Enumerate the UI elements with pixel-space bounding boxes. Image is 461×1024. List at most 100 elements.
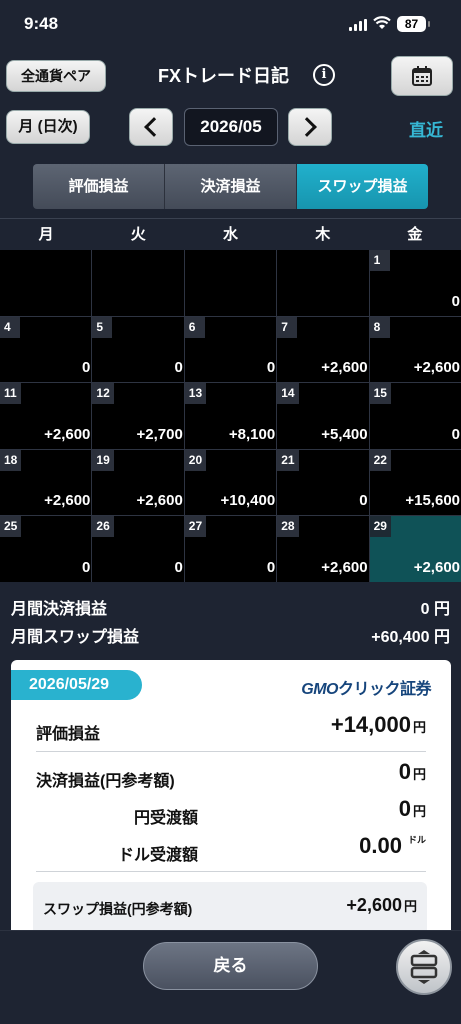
month-display[interactable]: 2026/05 [184, 108, 278, 146]
weekday-tue: 火 [130, 226, 146, 243]
swap-value: +2,600 [346, 895, 402, 915]
calendar-day-20[interactable]: 20 +10,400 [184, 449, 277, 516]
tab-valuation-pnl[interactable]: 評価損益 [33, 164, 165, 209]
gmo-click-logo: GMOクリック証券 [301, 681, 431, 698]
calendar-day-22[interactable]: 22 +15,600 [369, 449, 461, 516]
bottom-bar: 戻る [0, 930, 461, 1024]
day-number: 20 [184, 449, 207, 471]
day-number: 6 [184, 316, 205, 338]
calendar-day-29[interactable]: 29 +2,600 [369, 516, 461, 582]
day-number: 25 [0, 516, 22, 538]
calendar-day-15[interactable]: 15 0 [369, 383, 461, 449]
calendar-day-5[interactable]: 50 [92, 316, 184, 383]
divider [36, 751, 426, 752]
day-number: 13 [184, 383, 207, 405]
day-swap-value: +5,400 [321, 425, 368, 443]
battery-icon: 87 [397, 16, 430, 32]
monthly-swap-value: +60,400 円 [371, 629, 450, 646]
info-icon[interactable]: i [313, 64, 335, 86]
day-number: 12 [92, 383, 114, 405]
settled-row: 決済損益(円参考額) 0円 [36, 759, 426, 790]
status-bar: 9:48 87 [0, 0, 461, 48]
recent-link[interactable]: 直近 [409, 116, 443, 141]
day-swap-value: 0 [451, 425, 460, 443]
day-swap-value: 0 [359, 492, 368, 510]
monthly-settled-row: 月間決済損益 0 円 [0, 590, 461, 618]
day-number: 14 [277, 383, 299, 405]
next-month-button[interactable] [288, 108, 332, 146]
calendar-day-6[interactable]: 60 [184, 316, 277, 383]
all-currency-pairs-button[interactable]: 全通貨ペア [6, 60, 106, 92]
layout-toggle-icon [410, 950, 438, 984]
yen-transfer-value: 0 [398, 796, 411, 821]
calendar-day-28[interactable]: 28 +2,600 [277, 516, 369, 582]
calendar-day-7[interactable]: 7 +2,600 [277, 316, 369, 383]
tab-swap-pnl[interactable]: スワップ損益 [297, 164, 428, 209]
calendar-day-13[interactable]: 13 +8,100 [184, 383, 277, 449]
day-swap-value: 0 [174, 558, 183, 576]
calendar-day-26[interactable]: 26 0 [92, 516, 184, 582]
day-number: 1 [369, 250, 390, 271]
day-number: 27 [184, 516, 207, 538]
day-number: 26 [92, 516, 114, 538]
day-swap-value: +2,600 [413, 359, 460, 377]
valuation-value: +14,000 [330, 712, 411, 737]
tab-settled-pnl[interactable]: 決済損益 [165, 164, 297, 209]
settled-value: 0 [398, 759, 411, 784]
view-mode-button[interactable]: 月 (日次) [6, 110, 90, 144]
calendar-day-18[interactable]: 18 +2,600 [0, 449, 92, 516]
valuation-label: 評価損益 [36, 726, 101, 743]
calendar-day-8[interactable]: 8 +2,600 [369, 316, 461, 383]
weekday-mon: 月 [38, 226, 54, 243]
calendar-button[interactable] [391, 56, 453, 96]
dollar-transfer-row: ドル受渡額 0.00 ドル [118, 833, 426, 864]
calendar-day-19[interactable]: 19 +2,600 [92, 449, 184, 516]
day-detail-card: 2026/05/29 GMOクリック証券 評価損益 +14,000 円 決済損益(… [11, 660, 451, 950]
calendar-day-4[interactable]: 40 [0, 316, 92, 383]
day-swap-value: +2,600 [136, 492, 183, 510]
monthly-settled-label: 月間決済損益 [11, 601, 108, 618]
calendar-day-27[interactable]: 27 0 [184, 516, 277, 582]
day-swap-value: +8,100 [228, 425, 276, 443]
day-swap-value: 0 [451, 292, 460, 310]
detail-date: 2026/05/29 [11, 670, 142, 700]
settled-label: 決済損益(円参考額) [36, 773, 175, 790]
calendar-day-21[interactable]: 21 0 [277, 449, 369, 516]
weekday-wed: 水 [223, 226, 239, 243]
calendar-day-25[interactable]: 25 0 [0, 516, 92, 582]
day-swap-value: +2,600 [321, 359, 368, 377]
calendar-day-11[interactable]: 11 +2,600 [0, 383, 92, 449]
yen-transfer-label: 円受渡額 [134, 810, 199, 827]
divider [36, 871, 426, 872]
previous-month-button[interactable] [129, 108, 173, 146]
calendar-day-14[interactable]: 14 +5,400 [277, 383, 369, 449]
day-swap-value: +2,600 [44, 492, 91, 510]
calendar-empty-cell [277, 250, 369, 316]
calendar-day-1[interactable]: 10 [369, 250, 461, 316]
weekday-header: 月 火 水 木 金 [0, 218, 461, 250]
calendar-grid: 1 0 4 0 5 0 6 0 7 +2,600 8 +2,600 11 +2,600 12 +2,700 13… [0, 250, 461, 582]
calendar-empty-cell [0, 250, 92, 316]
day-number: 29 [369, 516, 391, 538]
calendar-empty-cell [184, 250, 277, 316]
day-number: 15 [369, 383, 391, 405]
weekday-fri: 金 [407, 226, 423, 243]
day-number: 18 [0, 449, 22, 471]
day-number: 19 [92, 449, 114, 471]
pnl-type-tabs: 評価損益 決済損益 スワップ損益 [33, 164, 428, 209]
day-number: 7 [277, 316, 298, 338]
dollar-transfer-label: ドル受渡額 [118, 847, 199, 864]
monthly-swap-label: 月間スワップ損益 [11, 629, 140, 646]
day-number: 5 [92, 316, 113, 338]
monthly-summary: 月間決済損益 0 円 月間スワップ損益 +60,400 円 [0, 590, 461, 646]
day-number: 28 [277, 516, 299, 538]
menu-toggle-button[interactable] [396, 939, 452, 995]
calendar-icon [412, 66, 432, 86]
wifi-icon [373, 16, 391, 29]
calendar-day-12[interactable]: 12 +2,700 [92, 383, 184, 449]
calendar-empty-cell [92, 250, 184, 316]
day-number: 11 [0, 383, 21, 405]
back-button[interactable]: 戻る [143, 942, 318, 990]
chevron-right-icon [297, 117, 317, 137]
day-swap-value: +10,400 [220, 492, 276, 510]
